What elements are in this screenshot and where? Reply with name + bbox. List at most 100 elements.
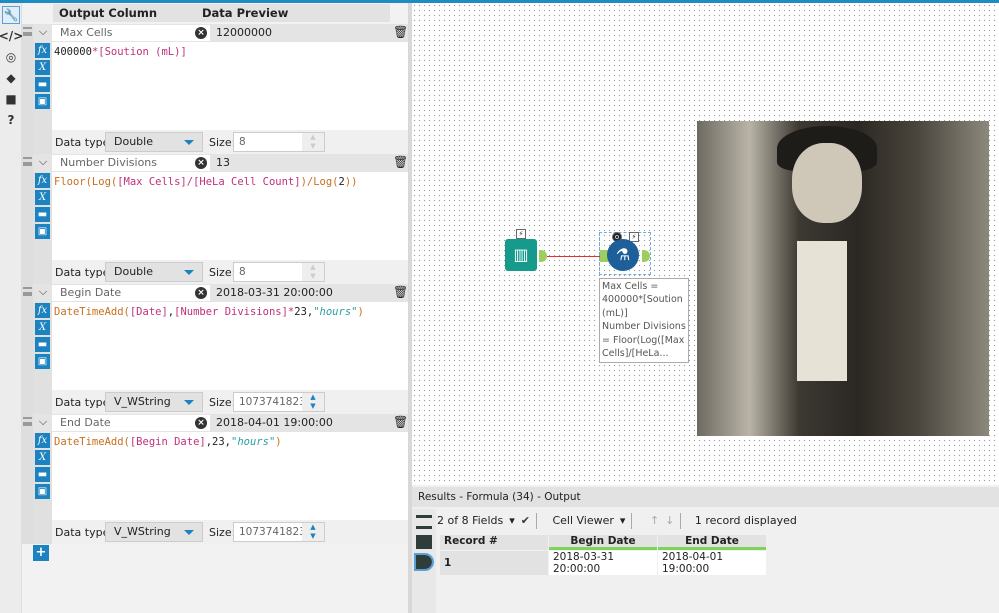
- dropdown-arrow-icon: [184, 530, 194, 535]
- drag-handle-icon[interactable]: [23, 417, 32, 426]
- output-column-input[interactable]: Begin Date ×: [52, 285, 210, 301]
- datatype-select[interactable]: Double: [105, 262, 203, 282]
- output-anchor-icon[interactable]: [414, 553, 434, 571]
- row-grip[interactable]: [22, 24, 33, 154]
- fx-icon[interactable]: fx: [35, 43, 50, 58]
- column-header[interactable]: Begin Date: [549, 535, 657, 550]
- formula-field-block: ⌵ End Date × 2018-04-01 19:00:00 🗑 fx X ▬ ▣ …: [22, 414, 408, 544]
- formula-token: )/Log(: [300, 176, 339, 188]
- variable-x-icon[interactable]: X: [35, 60, 50, 75]
- row-grip[interactable]: [22, 414, 33, 544]
- folder-open-icon[interactable]: ▬: [35, 207, 50, 222]
- input-tool-book-icon[interactable]: ▥: [505, 239, 537, 271]
- drag-handle-icon[interactable]: [23, 27, 32, 36]
- results-sidebar: [412, 509, 436, 613]
- save-icon[interactable]: ▣: [35, 94, 50, 109]
- size-input[interactable]: 1073741823 ▲ ▼: [233, 392, 325, 412]
- message-icon[interactable]: [416, 535, 432, 549]
- datatype-select[interactable]: V_WString: [105, 392, 203, 412]
- formula-token: [Number Divisions]: [174, 306, 288, 318]
- formula-token: 400000: [54, 46, 92, 58]
- fx-icon[interactable]: fx: [35, 173, 50, 188]
- expression-editor[interactable]: Floor(Log([Max Cells]/[HeLa Cell Count])…: [52, 172, 408, 260]
- viewer-selector[interactable]: Cell Viewer: [552, 514, 613, 527]
- size-spinner[interactable]: ▲ ▼: [302, 393, 324, 411]
- size-label: Size:: [209, 266, 236, 279]
- help-icon[interactable]: ?: [2, 111, 20, 129]
- output-column-name: End Date: [60, 416, 111, 429]
- dropdown-icon[interactable]: ▾: [620, 514, 626, 527]
- variable-x-icon[interactable]: X: [35, 190, 50, 205]
- connection-line[interactable]: [547, 256, 602, 257]
- dropdown-icon[interactable]: ▾: [509, 514, 515, 527]
- fx-icon[interactable]: fx: [35, 303, 50, 318]
- size-spinner[interactable]: ▲ ▼: [302, 133, 324, 151]
- chevron-down-icon[interactable]: ⌵: [36, 25, 50, 39]
- column-header[interactable]: End Date: [658, 535, 766, 550]
- expression-editor[interactable]: DateTimeAdd([Begin Date],23,"hours"): [52, 432, 408, 520]
- output-column-input[interactable]: Number Divisions ×: [52, 155, 210, 171]
- config-sidebar: 🔧 </> ◎ ◆ ■ ?: [0, 3, 23, 613]
- size-input[interactable]: 8 ▲ ▼: [233, 262, 325, 282]
- save-icon[interactable]: ▣: [35, 354, 50, 369]
- trash-icon[interactable]: 🗑: [393, 415, 408, 430]
- tag-icon[interactable]: ◆: [2, 69, 20, 87]
- chevron-down-icon[interactable]: ⌵: [36, 285, 50, 299]
- datatype-value: V_WString: [114, 525, 171, 538]
- workflow-canvas[interactable]: ⚡ ▥ o ⚡ ⚗ Max Cells = 400000*[Soution (m…: [412, 3, 999, 485]
- size-input[interactable]: 1073741823 ▲ ▼: [233, 522, 325, 542]
- clear-icon[interactable]: ×: [195, 287, 207, 299]
- formula-token: [Begin Date]: [129, 436, 206, 448]
- datatype-select[interactable]: Double: [105, 132, 203, 152]
- cell[interactable]: 1: [440, 551, 548, 575]
- drag-handle-icon[interactable]: [23, 287, 32, 296]
- formula-token: ,23,: [205, 436, 232, 448]
- clear-icon[interactable]: ×: [195, 27, 207, 39]
- trash-icon[interactable]: 🗑: [393, 285, 408, 300]
- package-icon[interactable]: ■: [2, 90, 20, 108]
- output-column-input[interactable]: Max Cells ×: [52, 25, 210, 41]
- compass-icon[interactable]: ◎: [2, 48, 20, 66]
- fields-selector[interactable]: 2 of 8 Fields: [437, 514, 503, 527]
- save-icon[interactable]: ▣: [35, 484, 50, 499]
- formula-tool-flask-icon[interactable]: ⚗: [607, 239, 639, 271]
- variable-x-icon[interactable]: X: [35, 450, 50, 465]
- chevron-down-icon[interactable]: ⌵: [36, 415, 50, 429]
- variable-x-icon[interactable]: X: [35, 320, 50, 335]
- arrow-up-icon[interactable]: ↑: [650, 514, 659, 527]
- output-anchor[interactable]: [539, 250, 547, 262]
- save-icon[interactable]: ▣: [35, 224, 50, 239]
- output-column-input[interactable]: End Date ×: [52, 415, 210, 431]
- size-spinner[interactable]: ▲ ▼: [302, 263, 324, 281]
- wrench-icon[interactable]: 🔧: [2, 6, 20, 24]
- cell[interactable]: 2018-03-31 20:00:00: [549, 551, 657, 575]
- column-header[interactable]: Record #: [440, 535, 548, 550]
- folder-open-icon[interactable]: ▬: [35, 467, 50, 482]
- add-field-button[interactable]: +: [33, 545, 49, 561]
- row-grip[interactable]: [22, 284, 33, 414]
- folder-open-icon[interactable]: ▬: [35, 337, 50, 352]
- chevron-down-icon[interactable]: ⌵: [36, 155, 50, 169]
- arrow-down-icon[interactable]: ↓: [665, 514, 674, 527]
- results-title: Results - Formula (34) - Output: [412, 487, 999, 507]
- folder-open-icon[interactable]: ▬: [35, 77, 50, 92]
- datatype-select[interactable]: V_WString: [105, 522, 203, 542]
- trash-icon[interactable]: 🗑: [393, 155, 408, 170]
- clear-icon[interactable]: ×: [195, 157, 207, 169]
- expression-editor[interactable]: DateTimeAdd([Date],[Number Divisions]*23…: [52, 302, 408, 390]
- drag-handle-icon[interactable]: [23, 157, 32, 166]
- fx-icon[interactable]: fx: [35, 433, 50, 448]
- size-input[interactable]: 8 ▲ ▼: [233, 132, 325, 152]
- check-icon[interactable]: ✔: [521, 514, 530, 527]
- list-icon[interactable]: [416, 515, 432, 529]
- cell[interactable]: 2018-04-01 19:00:00: [658, 551, 766, 575]
- trash-icon[interactable]: 🗑: [393, 25, 408, 40]
- clear-icon[interactable]: ×: [195, 417, 207, 429]
- size-label: Size:: [209, 526, 236, 539]
- row-grip[interactable]: [22, 154, 33, 284]
- output-column-name: Begin Date: [60, 286, 122, 299]
- expression-editor[interactable]: 400000*[Soution (mL)]: [52, 42, 408, 130]
- code-icon[interactable]: </>: [0, 27, 23, 45]
- size-spinner[interactable]: ▲ ▼: [302, 523, 324, 541]
- formula-grid: Output Column Data Preview ⌵ Max Cells × …: [22, 3, 408, 613]
